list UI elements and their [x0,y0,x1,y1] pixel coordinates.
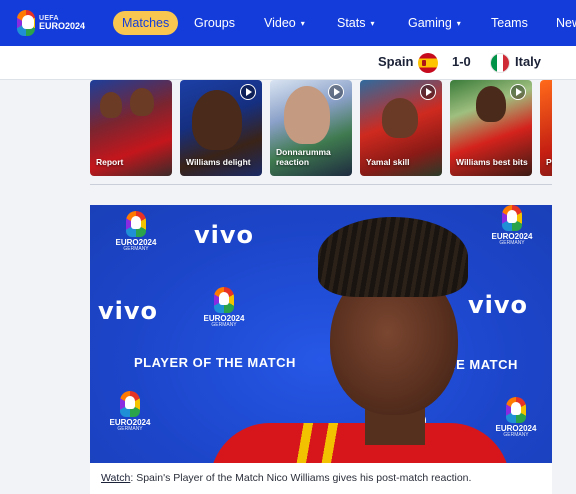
euro2024-trophy-icon [17,10,35,36]
euro2024-badge: EURO2024 GERMANY [106,391,154,432]
play-icon [240,84,256,100]
carousel-item-williams-best-bits[interactable]: Williams best bits [450,80,532,176]
carousel-item-label: Donnarumma reaction [276,147,331,167]
home-team-name: Spain [378,54,414,69]
watch-link[interactable]: Watch [101,472,130,484]
sponsor-logo: vivo [98,297,159,325]
play-icon [328,84,344,100]
carousel-item-williams-delight[interactable]: Williams delight [180,80,262,176]
euro2024-trophy-icon [506,397,526,423]
euro2024-badge: EURO2024 GERMANY [112,211,160,252]
top-navigation: UEFA EURO2024 Matches Groups Video ▾ Sta… [0,0,576,46]
nav-item-gaming[interactable]: Gaming ▾ [408,11,461,35]
logo-line1: UEFA [38,15,59,22]
euro2024-trophy-icon [502,205,522,231]
carousel-item-label: Report [96,156,124,167]
play-icon [420,84,436,100]
chevron-down-icon: ▾ [456,18,461,28]
match-score: 1-0 [452,54,471,69]
chevron-down-icon: ▾ [300,18,305,28]
euro2024-badge: EURO2024 GERMANY [492,397,540,438]
spain-flag-icon [418,53,438,73]
euro2024-badge: EURO2024 GERMANY [488,205,536,246]
carousel-item-label: Williams delight [186,156,251,167]
main-video-player[interactable]: EURO2024 GERMANY EURO2024 GERMANY EURO20… [90,205,552,463]
euro2024-trophy-icon [126,211,146,237]
nav-item-teams[interactable]: Teams [491,11,528,35]
nav-item-groups[interactable]: Groups [194,11,235,35]
nav-item-news[interactable]: New [556,11,576,35]
carousel-item-report[interactable]: Report [90,80,172,176]
sponsor-logo: vivo [194,221,255,249]
match-score-bar[interactable]: Spain 1-0 Italy [0,46,576,80]
player-of-the-match-backdrop-text: PLAYER OF THE MATCH [134,355,296,370]
carousel-item-partial[interactable]: Pe [540,80,552,176]
italy-flag-icon [490,53,510,73]
video-caption: Watch: Spain's Player of the Match Nico … [90,463,552,494]
video-carousel[interactable]: Report Williams delight Donnarumma react… [90,80,552,178]
carousel-item-label: Pe [546,156,552,167]
carousel-item-label: Yamal skill [366,156,410,167]
carousel-item-label: Williams best bits [456,156,528,167]
logo-line2: EURO2024 [38,21,85,31]
nav-item-stats[interactable]: Stats ▾ [337,11,375,35]
euro2024-trophy-icon [120,391,140,417]
euro2024-logo[interactable]: UEFA EURO2024 [17,9,85,37]
carousel-item-donnarumma-reaction[interactable]: Donnarumma reaction [270,80,352,176]
nav-item-matches[interactable]: Matches [113,11,179,35]
euro2024-badge: EURO2024 GERMANY [200,287,248,328]
nav-item-video[interactable]: Video ▾ [264,11,305,35]
caption-text: : Spain's Player of the Match Nico Willi… [130,472,472,484]
away-team-name: Italy [515,54,542,69]
sponsor-logo: vivo [468,291,529,319]
play-icon [510,84,526,100]
section-divider [90,184,552,185]
chevron-down-icon: ▾ [370,18,375,28]
carousel-item-yamal-skill[interactable]: Yamal skill [360,80,442,176]
player-shirt [210,423,510,463]
euro2024-trophy-icon [214,287,234,313]
